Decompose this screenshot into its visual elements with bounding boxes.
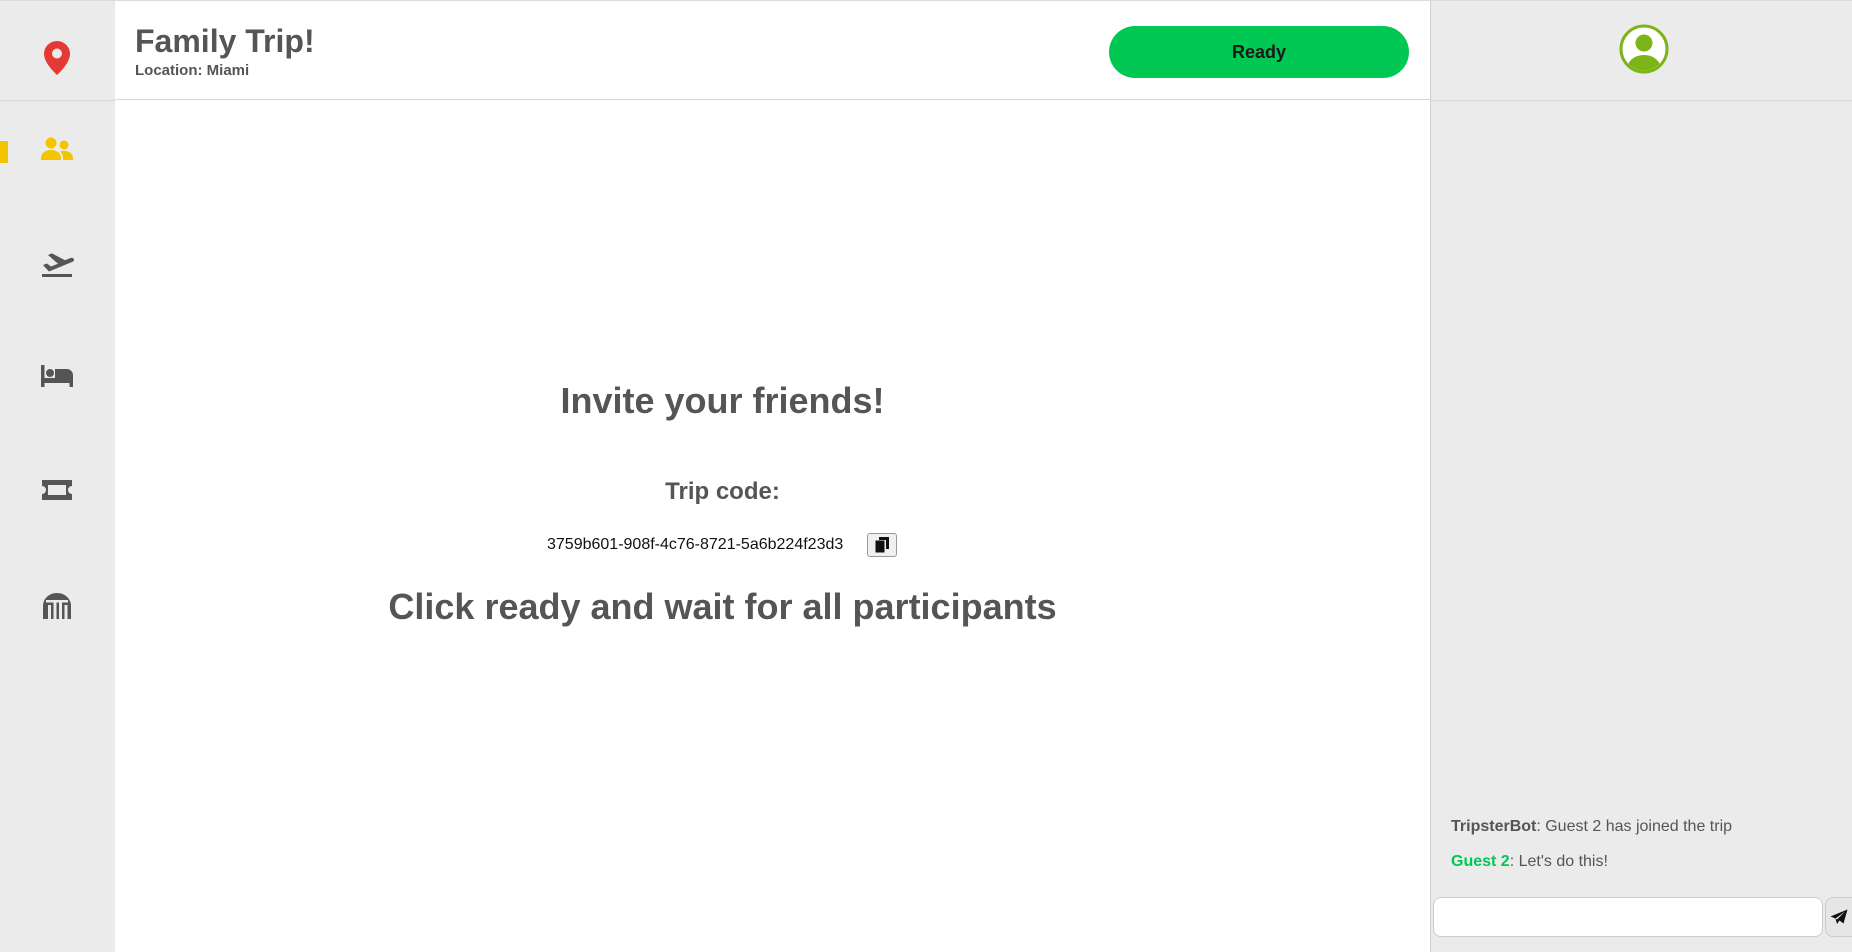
sidebar xyxy=(0,0,115,952)
message-sender: Guest 2 xyxy=(1451,853,1510,870)
trip-code-label: Trip code: xyxy=(665,478,780,505)
chat-panel: TripsterBot: Guest 2 has joined the trip… xyxy=(1430,0,1852,952)
message-sender: TripsterBot xyxy=(1451,818,1537,835)
trip-location: Location: Miami xyxy=(135,62,250,79)
chat-message: TripsterBot: Guest 2 has joined the trip xyxy=(1451,818,1732,836)
copy-code-button[interactable] xyxy=(867,533,898,557)
sidebar-item-flights[interactable] xyxy=(0,229,115,299)
invite-title: Invite your friends! xyxy=(560,380,885,421)
wait-instructions: Click ready and wait for all participant… xyxy=(388,586,1057,627)
chat-message: Guest 2: Let's do this! xyxy=(1451,853,1608,871)
ready-button[interactable]: Ready xyxy=(1109,26,1409,78)
copy-icon xyxy=(875,537,890,553)
users-icon xyxy=(41,137,73,160)
message-text: Let's do this! xyxy=(1518,853,1608,870)
message-separator: : xyxy=(1536,818,1546,835)
sidebar-item-participants[interactable] xyxy=(0,116,115,186)
active-indicator xyxy=(0,141,8,163)
ticket-icon xyxy=(42,480,72,500)
landmark-icon xyxy=(43,593,71,619)
message-text: Guest 2 has joined the trip xyxy=(1545,818,1733,835)
trip-title: Family Trip! xyxy=(135,23,315,59)
bed-icon xyxy=(41,365,73,387)
logo[interactable] xyxy=(0,1,115,101)
sidebar-item-hotels[interactable] xyxy=(0,343,115,413)
sidebar-item-tickets[interactable] xyxy=(0,457,115,527)
send-icon xyxy=(1830,909,1848,924)
user-avatar-icon[interactable] xyxy=(1619,24,1669,74)
chat-message-input[interactable] xyxy=(1433,897,1823,937)
plane-departure-icon xyxy=(42,253,74,277)
sidebar-item-attractions[interactable] xyxy=(0,571,115,641)
map-pin-icon xyxy=(44,41,70,75)
chat-header xyxy=(1431,1,1852,101)
message-separator: : xyxy=(1509,853,1519,870)
trip-code-value: 3759b601-908f-4c76-8721-5a6b224f23d3 xyxy=(547,536,844,553)
send-message-button[interactable] xyxy=(1825,897,1852,937)
trip-code-row: 3759b601-908f-4c76-8721-5a6b224f23d3 xyxy=(547,532,898,558)
main-content: Invite your friends! Trip code: 3759b601… xyxy=(115,100,1430,952)
header: Family Trip! Location: Miami Ready xyxy=(115,0,1430,100)
